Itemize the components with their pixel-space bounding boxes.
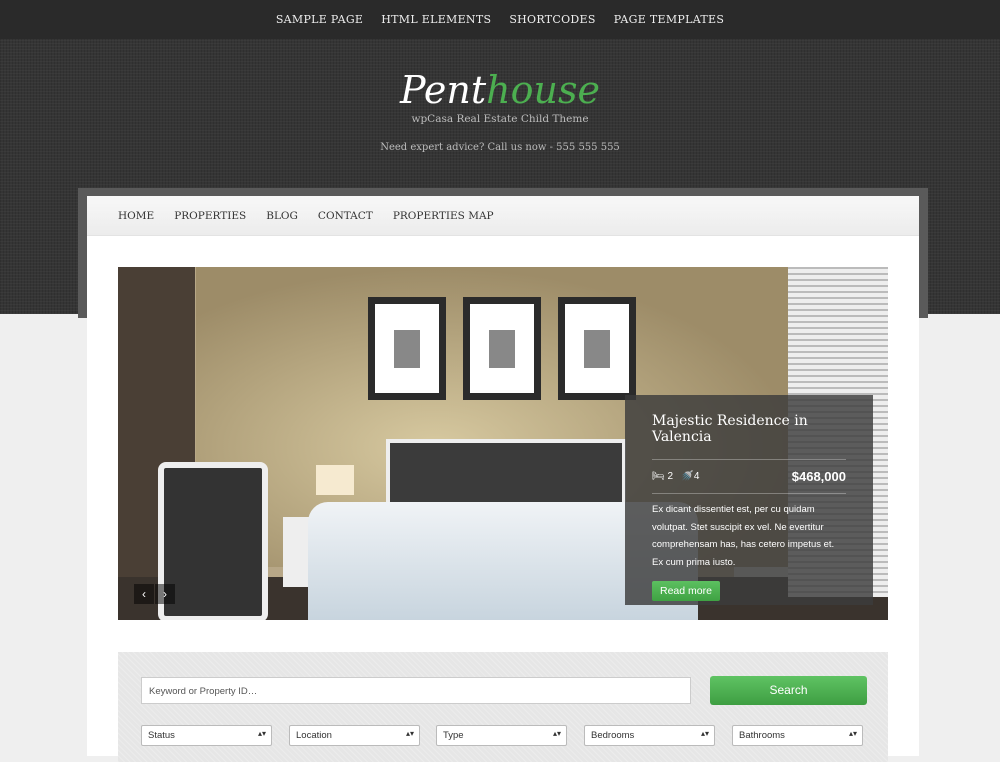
top-nav: SAMPLE PAGE HTML ELEMENTS SHORTCODES PAG… (0, 0, 1000, 39)
select-arrows-icon: ▴▾ (257, 729, 266, 738)
slider-arrows: ‹ › (134, 584, 176, 604)
nav-properties[interactable]: PROPERTIES (174, 210, 246, 222)
top-nav-html-elements[interactable]: HTML ELEMENTS (381, 13, 491, 26)
type-select[interactable]: Type ▴▾ (436, 725, 567, 746)
content-wrapper: HOME PROPERTIES BLOG CONTACT PROPERTIES … (87, 196, 919, 762)
property-meta: 🛏 2 🚿4 $468,000 (652, 460, 846, 494)
select-arrows-icon: ▴▾ (552, 729, 561, 738)
nav-blog[interactable]: BLOG (266, 210, 298, 222)
read-more-button[interactable]: Read more (652, 581, 720, 601)
select-arrows-icon: ▴▾ (848, 729, 857, 738)
property-price: $468,000 (791, 469, 846, 484)
select-label: Location (296, 730, 332, 741)
advice-text: Need expert advice? Call us now - 555 55… (380, 142, 620, 153)
baths-count: 4 (693, 471, 700, 482)
select-label: Status (148, 730, 175, 741)
keyword-input[interactable]: Keyword or Property ID… (141, 677, 691, 704)
top-nav-page-templates[interactable]: PAGE TEMPLATES (614, 13, 724, 26)
bath-icon: 🚿 (681, 471, 694, 482)
select-label: Bathrooms (739, 730, 785, 741)
bathrooms-select[interactable]: Bathrooms ▴▾ (732, 725, 863, 746)
location-select[interactable]: Location ▴▾ (289, 725, 420, 746)
picture-frame (558, 297, 636, 400)
nav-properties-map[interactable]: PROPERTIES MAP (393, 210, 494, 222)
top-nav-sample-page[interactable]: SAMPLE PAGE (276, 13, 363, 26)
slide-title[interactable]: Majestic Residence in Valencia (652, 413, 846, 460)
select-arrows-icon: ▴▾ (405, 729, 414, 738)
nav-home[interactable]: HOME (118, 210, 154, 222)
site-logo[interactable]: Penthouse (0, 68, 1000, 112)
bedrooms-select[interactable]: Bedrooms ▴▾ (584, 725, 715, 746)
picture-frame (463, 297, 541, 400)
beds-count: 2 (667, 471, 674, 482)
select-label: Type (443, 730, 464, 741)
slide-caption: Majestic Residence in Valencia 🛏 2 🚿4 $4… (625, 395, 873, 605)
picture-frame (368, 297, 446, 400)
select-label: Bedrooms (591, 730, 635, 741)
slide-excerpt: Ex dicant dissentiet est, per cu quidam … (652, 504, 835, 568)
status-select[interactable]: Status ▴▾ (141, 725, 272, 746)
main-nav: HOME PROPERTIES BLOG CONTACT PROPERTIES … (87, 196, 919, 236)
site-tagline: wpCasa Real Estate Child Theme (411, 113, 589, 125)
next-arrow-icon[interactable]: › (155, 584, 175, 604)
logo-part-1: Pent (400, 68, 487, 112)
property-search: Keyword or Property ID… Search Status ▴▾ … (118, 652, 888, 762)
lamp (316, 465, 354, 495)
nav-contact[interactable]: CONTACT (318, 210, 373, 222)
prev-arrow-icon[interactable]: ‹ (134, 584, 154, 604)
bed-icon: 🛏 (652, 471, 665, 482)
select-arrows-icon: ▴▾ (700, 729, 709, 738)
search-button[interactable]: Search (710, 676, 867, 705)
property-slider: ‹ › Majestic Residence in Valencia 🛏 2 🚿… (118, 267, 888, 620)
logo-part-2: house (486, 68, 600, 112)
top-nav-shortcodes[interactable]: SHORTCODES (509, 13, 595, 26)
